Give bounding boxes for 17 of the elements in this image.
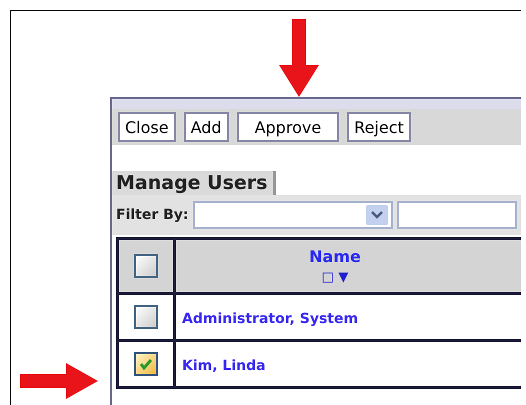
select-all-checkbox[interactable] (134, 254, 158, 278)
toolbar-button[interactable]: Add (184, 112, 229, 142)
user-name-link[interactable]: Kim, Linda (182, 358, 266, 374)
check-icon (139, 357, 153, 371)
row-checkbox[interactable] (134, 352, 158, 376)
user-name-link[interactable]: Administrator, System (182, 310, 358, 326)
column-header-link[interactable]: Name (177, 247, 493, 266)
toolbar-button[interactable]: Close (118, 112, 176, 142)
filter-label: Filter By: (116, 207, 189, 223)
arrow-icon (279, 19, 319, 97)
section-title: Manage Users (112, 171, 276, 195)
filter-input-field[interactable] (396, 201, 517, 229)
sort-indicator[interactable]: □ ▼ (322, 270, 348, 285)
arrow-icon (20, 363, 98, 399)
toolbar-button[interactable]: Reject (347, 112, 411, 142)
row-checkbox[interactable] (134, 305, 158, 329)
toolbar-button[interactable]: Approve (236, 112, 340, 142)
